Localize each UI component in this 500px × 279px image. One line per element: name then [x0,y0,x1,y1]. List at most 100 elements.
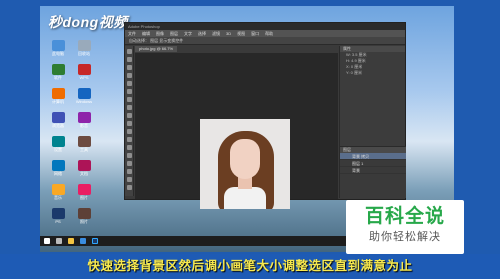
app-icon [77,184,91,195]
face-shape [230,139,260,179]
tool-icon[interactable] [126,97,132,102]
shirt-shape [224,187,266,209]
app-icon [77,208,91,219]
desktop-icon[interactable]: PS [46,208,70,224]
desktop-icon[interactable]: 音乐 [46,184,70,200]
property-row: Y: 0 厘米 [346,70,363,75]
desktop-icon-label: 照片 [80,219,88,224]
tool-icon[interactable] [126,57,132,62]
desktop-icon-label: 浏览器 [52,123,64,128]
folder-icon[interactable] [68,238,74,244]
document-tab[interactable]: photo.jpg @ 66.7% [135,46,178,52]
tool-icon[interactable] [126,137,132,142]
desktop-icon-label: 图片 [80,195,88,200]
app-icon [77,160,91,171]
menu-item[interactable]: 图像 [156,31,164,36]
portrait-photo[interactable] [200,119,290,209]
app-icon [51,184,65,195]
desktop-icon[interactable]: 网络 [46,160,70,176]
photoshop-window[interactable]: Adobe Photoshop 文件 编辑 图像 图层 文字 选择 滤镜 3D 视图 窗口 帮助 自… [124,22,406,209]
tool-icon[interactable] [126,81,132,86]
desktop-icon[interactable]: 此电脑 [46,40,70,56]
desktop-icon[interactable]: Windows [72,88,96,104]
desktop-icon-label: WPS [79,75,89,80]
canvas-area[interactable] [135,53,338,209]
menu-item[interactable]: 文字 [184,31,192,36]
ps-title-bar: Adobe Photoshop [125,23,405,30]
desktop-icon[interactable]: 图片 [72,184,96,200]
brand-title: 百科全说 [364,206,445,227]
app-icon [51,160,65,171]
desktop-icon[interactable]: 工具 [72,136,96,152]
menu-item[interactable]: 文件 [128,31,136,36]
desktop-icon[interactable]: 照片 [72,208,96,224]
desktop-icon-label: 回收站 [78,51,90,56]
tool-icon[interactable] [126,145,132,150]
menu-item[interactable]: 图层 [170,31,178,36]
desktop-icon[interactable]: 软件 [46,64,70,80]
layer-row[interactable]: 背景 [340,167,406,174]
desktop-icon[interactable]: 回收站 [72,40,96,56]
brand-subtitle: 助你轻松解决 [369,231,441,243]
app-icon [51,112,65,123]
desktop-icon-label: 设置 [54,147,62,152]
desktop-icon[interactable]: 计算机 [46,88,70,104]
layer-row[interactable]: 图层 1 [340,160,406,167]
ps-menu-bar[interactable]: 文件 编辑 图像 图层 文字 选择 滤镜 3D 视图 窗口 帮助 [125,30,405,37]
tool-icon[interactable] [126,177,132,182]
desktop-icon[interactable]: WPS [72,64,96,80]
tool-icon[interactable] [126,121,132,126]
desktop-icon[interactable]: 设置 [46,136,70,152]
desktop-icon[interactable]: 影音 [72,112,96,128]
layers-panel[interactable]: 图层 背景 拷贝 图层 1 背景 [340,146,406,198]
desktop-icon[interactable]: 文档 [72,160,96,176]
desktop-icon-label: 计算机 [52,99,64,104]
app-icon [77,64,91,75]
right-panels: 属性 W: 3.5 厘米 H: 4.9 厘米 X: 0 厘米 Y: 0 厘米 图层 背… [339,46,406,198]
brand-badge: 百科全说 助你轻松解决 [346,200,464,254]
app-icon [51,64,65,75]
search-icon[interactable] [56,238,62,244]
caption-subtitle: 快速选择背景区然后调小画笔大小调整选区直到满意为止 [0,254,500,279]
app-icon [77,136,91,147]
desktop-icon-label: 工具 [80,147,88,152]
menu-item[interactable]: 选择 [198,31,206,36]
browser-icon[interactable] [80,238,86,244]
tool-icon[interactable] [126,89,132,94]
tool-icon[interactable] [126,49,132,54]
menu-item[interactable]: 帮助 [265,31,273,36]
desktop-icon[interactable]: 浏览器 [46,112,70,128]
tool-icon[interactable] [126,65,132,70]
properties-list: W: 3.5 厘米 H: 4.9 厘米 X: 0 厘米 Y: 0 厘米 [340,52,405,76]
app-icon [51,40,65,51]
tool-icon[interactable] [126,161,132,166]
app-icon [77,112,91,123]
desktop-icon-label: 影音 [80,123,88,128]
desktop-icon-label: Windows [75,99,93,104]
tool-icon[interactable] [126,113,132,118]
tool-icon[interactable] [126,185,132,190]
menu-item[interactable]: 视图 [237,31,245,36]
layer-row[interactable]: 背景 拷贝 [340,153,406,160]
app-icon [51,208,65,219]
app-icon [77,40,91,51]
menu-item[interactable]: 编辑 [142,31,150,36]
layers-list[interactable]: 背景 拷贝 图层 1 背景 [340,153,406,174]
tools-panel[interactable] [125,46,134,196]
tool-icon[interactable] [126,129,132,134]
tool-icon[interactable] [126,105,132,110]
menu-item[interactable]: 3D [226,31,231,36]
tool-icon[interactable] [126,73,132,78]
photoshop-icon[interactable] [92,238,98,244]
desktop-icon-label: 网络 [54,171,62,176]
menu-item[interactable]: 窗口 [251,31,259,36]
desktop-icon-label: 软件 [54,75,62,80]
app-icon [77,88,91,99]
menu-item[interactable]: 滤镜 [212,31,220,36]
tool-icon[interactable] [126,169,132,174]
desktop-icon-label: PS [55,219,61,224]
tool-icon[interactable] [126,153,132,158]
start-icon[interactable] [44,238,50,244]
desktop-icon-label: 此电脑 [52,51,64,56]
ps-options-bar[interactable]: 自动选择： 图层 显示变换控件 [125,37,405,45]
